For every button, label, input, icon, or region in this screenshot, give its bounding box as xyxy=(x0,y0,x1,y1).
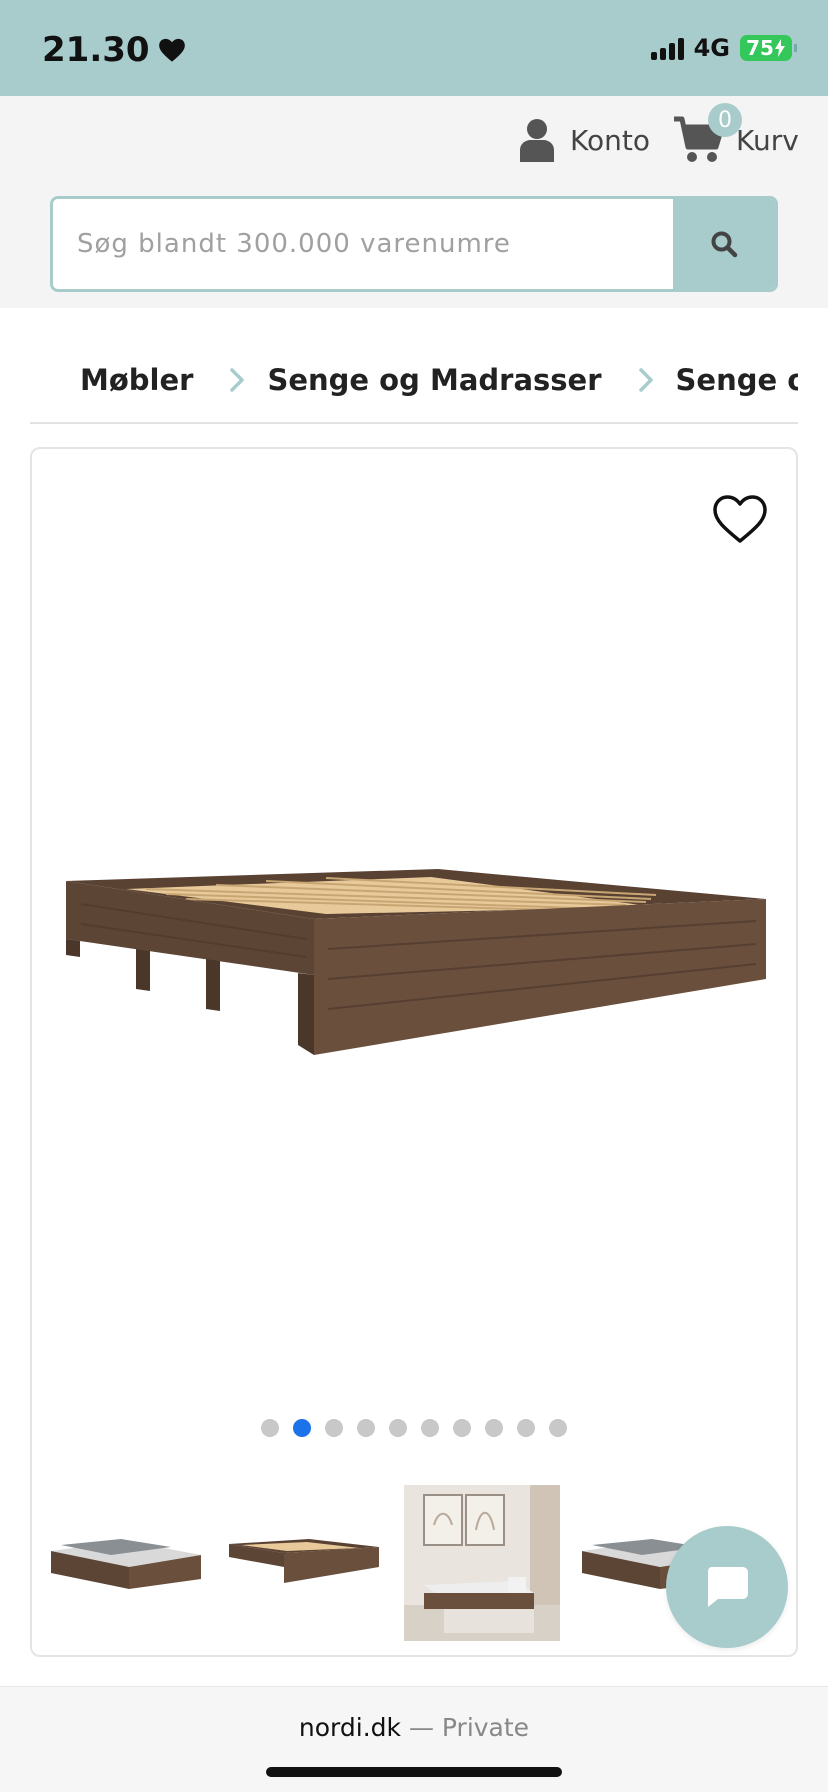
search-icon xyxy=(711,231,738,258)
signal-icon xyxy=(650,36,684,60)
account-label: Konto xyxy=(570,123,650,157)
breadcrumb-item-senge[interactable]: Senge og S xyxy=(676,363,798,397)
address-text: nordi.dk — Private xyxy=(0,1713,828,1742)
heart-filled-icon xyxy=(158,38,185,62)
gallery-dot[interactable] xyxy=(325,1419,343,1437)
battery-icon: 75 xyxy=(740,35,797,61)
chevron-right-icon xyxy=(638,365,654,395)
browsing-mode: Private xyxy=(441,1713,530,1742)
cart-label: Kurv xyxy=(736,123,799,157)
gallery-dot[interactable] xyxy=(389,1419,407,1437)
address-separator: — xyxy=(401,1713,442,1742)
chat-icon xyxy=(708,1567,748,1607)
user-icon xyxy=(520,119,554,162)
search-input[interactable] xyxy=(53,199,673,289)
search-button[interactable] xyxy=(673,199,775,289)
cart-link[interactable]: 0 Kurv xyxy=(672,103,799,170)
search-bar xyxy=(50,196,778,292)
gallery-dot[interactable] xyxy=(549,1419,567,1437)
heart-outline-icon[interactable] xyxy=(712,493,768,545)
status-time: 21.30 xyxy=(42,30,186,70)
status-bar: 21.30 4G 75 xyxy=(0,0,828,96)
browser-address-bar[interactable]: nordi.dk — Private xyxy=(0,1686,828,1792)
thumbnail-3[interactable] xyxy=(404,1485,560,1641)
gallery-dot[interactable] xyxy=(261,1419,279,1437)
cart-count-badge: 0 xyxy=(708,103,742,137)
status-indicators: 4G 75 xyxy=(650,34,797,62)
breadcrumb-item-senge-og-madrasser[interactable]: Senge og Madrasser xyxy=(267,363,601,397)
product-main-image[interactable] xyxy=(66,869,766,1069)
home-indicator xyxy=(266,1767,562,1777)
thumbnail-strip xyxy=(48,1485,738,1641)
breadcrumb: Møbler Senge og Madrasser Senge og S xyxy=(30,338,798,424)
charging-bolt-icon xyxy=(774,39,785,57)
gallery-dot[interactable] xyxy=(453,1419,471,1437)
site-domain: nordi.dk xyxy=(298,1713,401,1742)
breadcrumb-item-mobler[interactable]: Møbler xyxy=(80,363,193,397)
gallery-dot-active[interactable] xyxy=(293,1419,311,1437)
gallery-dot[interactable] xyxy=(485,1419,503,1437)
gallery-dots xyxy=(32,1419,796,1437)
chevron-right-icon xyxy=(229,365,245,395)
product-gallery-card xyxy=(30,447,798,1657)
gallery-dot[interactable] xyxy=(357,1419,375,1437)
chat-button[interactable] xyxy=(666,1526,788,1648)
battery-level: 75 xyxy=(746,36,774,60)
network-type: 4G xyxy=(693,34,730,62)
account-link[interactable]: Konto xyxy=(518,110,650,170)
thumbnail-1[interactable] xyxy=(48,1485,204,1641)
thumbnail-2[interactable] xyxy=(226,1485,382,1641)
cart-icon-wrap: 0 xyxy=(672,103,742,165)
gallery-dot[interactable] xyxy=(421,1419,439,1437)
gallery-dot[interactable] xyxy=(517,1419,535,1437)
status-time-text: 21.30 xyxy=(42,30,150,70)
site-header: Konto 0 Kurv xyxy=(0,96,828,308)
